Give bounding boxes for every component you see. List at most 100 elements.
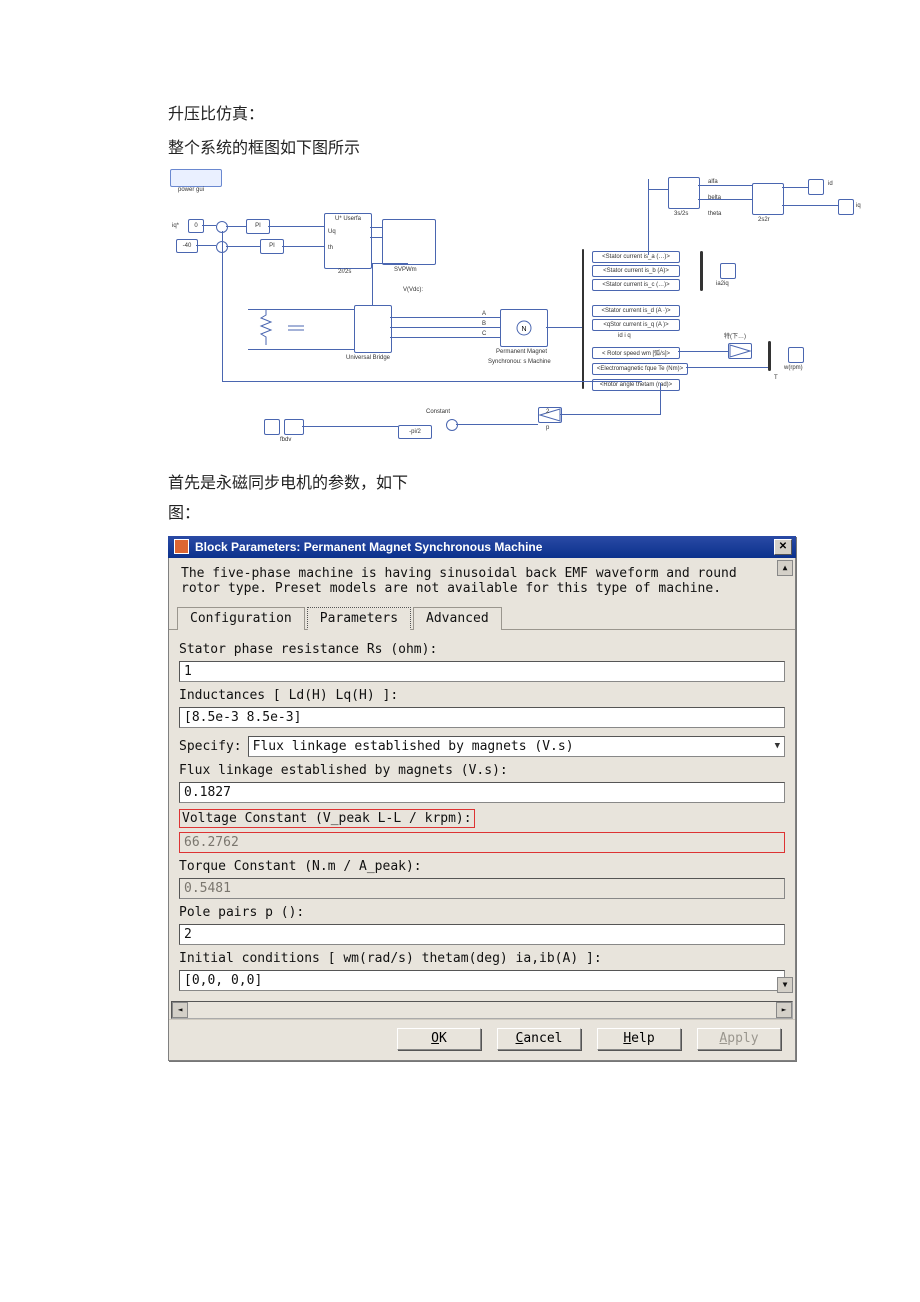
label-vdc: V(Vdc): — [403, 287, 423, 293]
svg-text:N: N — [521, 326, 526, 333]
label-pmsm-2: Synchronou: s Machine — [488, 359, 551, 365]
label-powergui: power gui — [178, 187, 204, 193]
scroll-right-icon[interactable]: ► — [776, 1002, 792, 1018]
label-userfa: U* Userfa — [335, 216, 361, 222]
mux-iabc — [700, 251, 703, 291]
block-3s2s — [668, 177, 700, 209]
label-2r2s: 2r/2s — [338, 269, 351, 275]
tab-parameters[interactable]: Parameters — [307, 607, 411, 630]
apply-button: Apply — [697, 1028, 781, 1050]
bus-ib: <Stator current is_b (A)> — [592, 265, 680, 277]
label-pmsm-1: Permanent Magnet — [496, 349, 547, 355]
scope-id — [808, 179, 824, 195]
desc-line-2: rotor type. Preset models are not availa… — [181, 581, 785, 596]
pole-pairs-label: Pole pairs p (): — [179, 905, 785, 920]
horizontal-scrollbar[interactable]: ◄ ► — [171, 1001, 793, 1019]
label-th: th — [328, 245, 333, 251]
bus-ia: <Stator current is_a (…)> — [592, 251, 680, 263]
close-button[interactable]: ✕ — [774, 539, 792, 555]
block-svpwm — [382, 219, 436, 265]
capacitor-icon — [288, 323, 304, 333]
block-userfa: U* Userfa — [324, 213, 372, 269]
const-negpi2: -pi/2 — [398, 425, 432, 439]
label-3s2s: 3s/2s — [674, 211, 688, 217]
gain-p — [538, 407, 562, 423]
initial-conditions-label: Initial conditions [ wm(rad/s) thetam(de… — [179, 951, 785, 966]
dialog-titlebar[interactable]: Block Parameters: Permanent Magnet Synch… — [168, 536, 796, 558]
gain-wm — [728, 343, 752, 359]
mux-wt — [768, 341, 771, 371]
chevron-down-icon: ▼ — [775, 741, 780, 751]
gain-p-val: 2 — [546, 409, 549, 415]
resistor-icon — [258, 309, 274, 345]
inductances-label: Inductances [ Ld(H) Lq(H) ]: — [179, 688, 785, 703]
doc-line-3: 首先是永磁同步电机的参数，如下 — [168, 469, 752, 499]
const-neg40: -40 — [176, 239, 198, 253]
label-p: p — [546, 425, 549, 431]
ok-button[interactable]: OK — [397, 1028, 481, 1050]
button-row: OK Cancel Help Apply — [169, 1019, 795, 1060]
scroll-up-icon[interactable]: ▲ — [777, 560, 793, 576]
specify-select[interactable]: Flux linkage established by magnets (V.s… — [248, 736, 785, 757]
voltage-constant-input — [179, 832, 785, 853]
specify-select-value: Flux linkage established by magnets (V.s… — [253, 739, 574, 754]
bus-ic: <Stator current is_c (…)> — [592, 279, 680, 291]
flux-input[interactable] — [179, 782, 785, 803]
block-pi2: PI — [260, 239, 284, 254]
out-theta: theta — [708, 211, 721, 217]
label-sc-id: id — [828, 181, 833, 187]
block-powergui — [170, 169, 222, 187]
rs-label: Stator phase resistance Rs (ohm): — [179, 642, 785, 657]
initial-conditions-input[interactable] — [179, 970, 785, 991]
out-belta: belta — [708, 195, 721, 201]
desc-line-1: The five-phase machine is having sinusoi… — [181, 566, 785, 581]
scroll-left-icon[interactable]: ◄ — [172, 1002, 188, 1018]
doc-line-1: 升压比仿真： — [168, 100, 752, 130]
rs-input[interactable] — [179, 661, 785, 682]
bus-id: <Stator current is_d (A ·)> — [592, 305, 680, 317]
label-wrpm: w(rpm) — [784, 365, 803, 371]
block-fb-gain — [284, 419, 304, 435]
label-svpwm: SVPWm — [394, 267, 417, 273]
label-constant: Constant — [426, 409, 450, 415]
bus-wm: < Rotor speed wm [弧/s]> — [592, 347, 680, 359]
flux-label: Flux linkage established by magnets (V.s… — [179, 763, 785, 778]
label-uq: Uq — [328, 229, 336, 235]
inductances-input[interactable] — [179, 707, 785, 728]
scope-iabc — [720, 263, 736, 279]
label-ubridge: Universal Bridge — [346, 355, 390, 361]
const-zero: 0 — [188, 219, 204, 233]
sum3 — [446, 419, 458, 431]
form-area: Stator phase resistance Rs (ohm): Induct… — [169, 630, 795, 995]
block-pi1: PI — [246, 219, 270, 234]
dialog-title-text: Block Parameters: Permanent Magnet Synch… — [195, 540, 542, 554]
specify-label: Specify: — [179, 739, 242, 754]
label-sc-iq: iq — [856, 203, 861, 209]
block-fb-scope — [264, 419, 280, 435]
block-2s2r — [752, 183, 784, 215]
block-parameters-dialog: Block Parameters: Permanent Magnet Synch… — [168, 536, 796, 1061]
bus-te: <Electromagnetic fque Te (Nm)> — [592, 363, 688, 375]
dialog-description: ▲ The five-phase machine is having sinus… — [169, 558, 795, 602]
bus-iq: <qStor current is_q (A )> — [592, 319, 680, 331]
voltage-constant-label: Voltage Constant (V_peak L-L / krpm): — [179, 809, 475, 828]
label-idiq: id i q — [618, 333, 631, 339]
tab-configuration[interactable]: Configuration — [177, 607, 305, 630]
tab-strip: Configuration Parameters Advanced — [169, 602, 795, 630]
cancel-button[interactable]: Cancel — [497, 1028, 581, 1050]
app-icon — [174, 539, 189, 554]
label-iqstar: iq* — [172, 223, 179, 229]
tab-advanced[interactable]: Advanced — [413, 607, 502, 630]
scope-wrpm — [788, 347, 804, 363]
label-2s2r: 2s2r — [758, 217, 770, 223]
simulink-diagram: power gui iq* 0 -40 PI PI U* Userfa Uq t… — [168, 169, 878, 461]
label-T: T — [774, 375, 778, 381]
scroll-down-icon[interactable]: ▼ — [777, 977, 793, 993]
pole-pairs-input[interactable] — [179, 924, 785, 945]
bus-bar — [582, 249, 584, 389]
doc-line-2: 整个系统的框图如下图所示 — [168, 134, 752, 164]
help-button[interactable]: Help — [597, 1028, 681, 1050]
label-fbdv: fbdv — [280, 437, 291, 443]
label-gain: 特(下…) — [724, 331, 746, 340]
block-universal-bridge — [354, 305, 392, 353]
